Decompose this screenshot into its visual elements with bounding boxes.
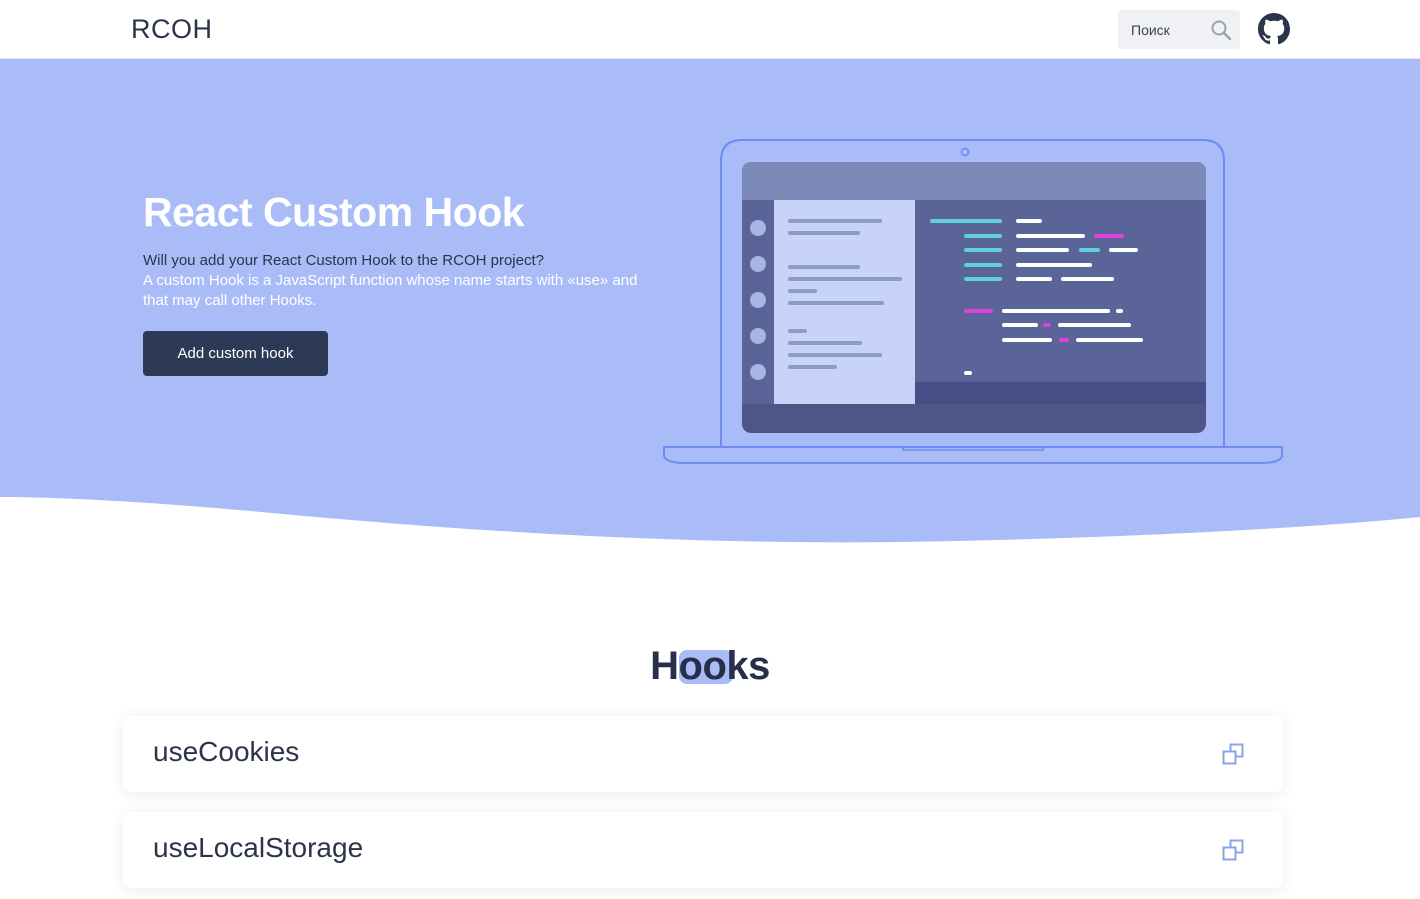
hero-section: React Custom Hook Will you add your Reac… [0,59,1420,559]
hero-title: React Custom Hook [143,189,525,235]
hooks-section-title: Hooks [650,644,770,688]
hook-name: useLocalStorage [153,832,364,863]
hero-question: Will you add your React Custom Hook to t… [143,252,544,269]
add-custom-hook-button[interactable]: Add custom hook [143,331,328,376]
site-logo[interactable]: RCOH [131,14,213,45]
hook-card-usecookies[interactable]: useCookies [123,716,1283,792]
hook-name: useCookies [153,736,300,767]
top-navbar: RCOH [0,0,1420,59]
open-external-icon[interactable] [1222,743,1244,765]
open-external-icon[interactable] [1222,839,1244,861]
github-icon[interactable] [1258,13,1290,45]
search-input[interactable] [1118,10,1206,49]
hero-description: A custom Hook is a JavaScript function w… [143,272,638,309]
hook-card-uselocalstorage[interactable]: useLocalStorage [123,812,1283,888]
search-icon[interactable] [1209,18,1233,42]
laptop-illustration [663,139,1283,464]
